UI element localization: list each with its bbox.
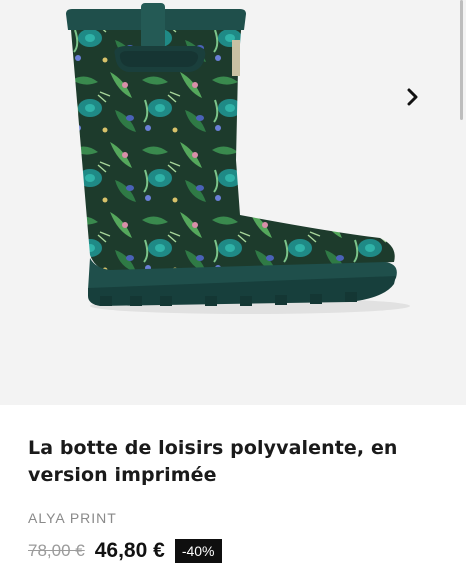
- product-brand[interactable]: ALYA PRINT: [28, 510, 448, 526]
- product-info: La botte de loisirs polyvalente, en vers…: [28, 405, 448, 563]
- discount-badge: -40%: [174, 539, 222, 563]
- next-image-button[interactable]: [398, 82, 428, 112]
- chevron-right-icon: [407, 88, 418, 106]
- old-price: 78,00 €: [28, 541, 85, 560]
- product-title: La botte de loisirs polyvalente, en vers…: [28, 437, 398, 486]
- product-image-gallery[interactable]: [0, 0, 466, 405]
- current-price: 46,80 €: [94, 539, 165, 562]
- scrollbar[interactable]: [460, 0, 463, 120]
- price-row: 78,00 € 46,80 € -40%: [28, 539, 448, 563]
- product-image[interactable]: [0, 0, 466, 405]
